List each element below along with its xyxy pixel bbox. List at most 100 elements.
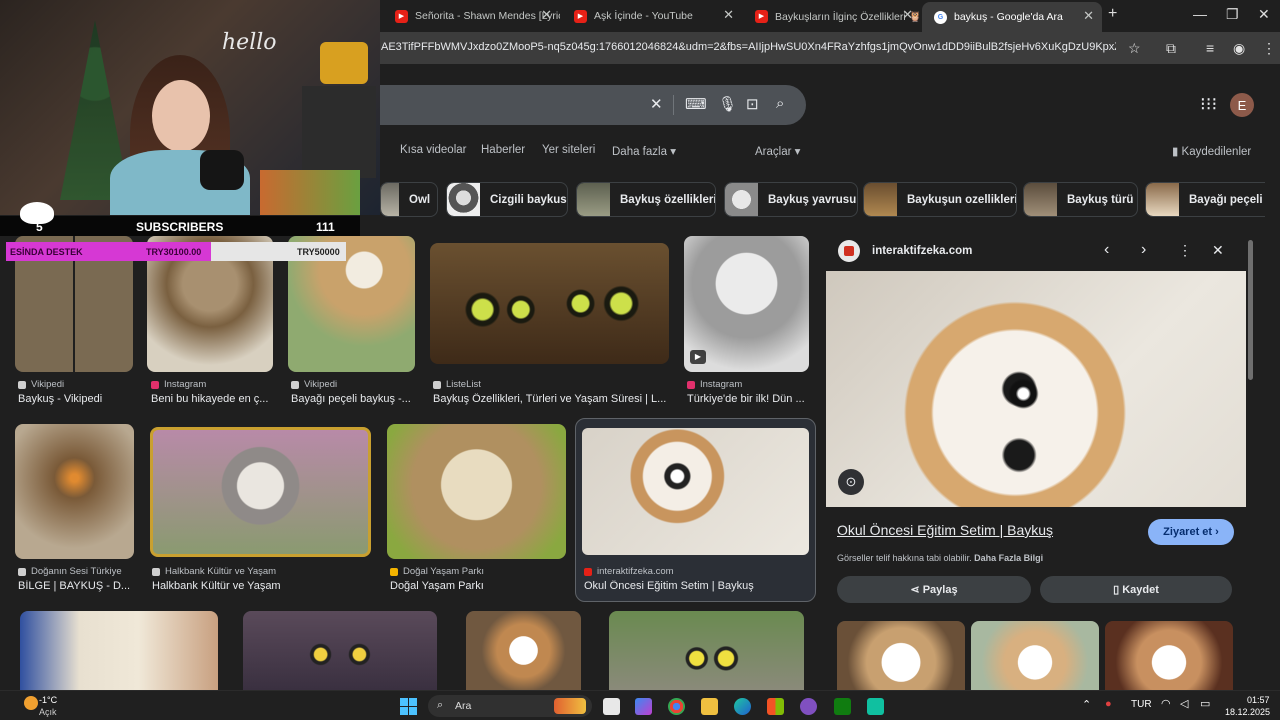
- result-image[interactable]: [430, 243, 669, 364]
- result-title[interactable]: Türkiye'de bir ilk! Dün ...: [687, 393, 809, 405]
- site-name[interactable]: interaktifzeka.com: [872, 245, 972, 257]
- chip-baykus-ozellikleri[interactable]: Baykuş özellikleri: [576, 182, 716, 217]
- tab-ask-icinde[interactable]: ▶ Aşk İçinde - YouTube ✕: [562, 4, 742, 28]
- xbox-icon[interactable]: [834, 698, 851, 715]
- wifi-icon[interactable]: ◠: [1161, 697, 1171, 710]
- close-tab-icon[interactable]: ✕: [902, 7, 913, 23]
- result-image[interactable]: [20, 611, 218, 690]
- chrome-icon[interactable]: [668, 698, 685, 715]
- lens-icon[interactable]: ⊡: [746, 95, 759, 113]
- chip-bayagi-peceli[interactable]: Bayağı peçeli: [1145, 182, 1265, 217]
- saved-button[interactable]: ▮ Kaydedilenler: [1172, 144, 1251, 158]
- bookmark-star-icon[interactable]: ☆: [1128, 40, 1141, 57]
- nav-places[interactable]: Yer siteleri: [542, 144, 595, 156]
- tab-baykuslarin[interactable]: ▶ Baykuşların İlginç Özellikleri 🦉 ✕: [743, 4, 921, 28]
- result-title[interactable]: Bayağı peçeli baykuş -...: [291, 393, 415, 405]
- chip-owl[interactable]: Owl: [380, 182, 438, 217]
- close-tab-icon[interactable]: ✕: [1083, 8, 1094, 24]
- edge-icon[interactable]: [734, 698, 751, 715]
- more-options-icon[interactable]: ⋮: [1178, 242, 1192, 259]
- profile-icon[interactable]: ◉: [1233, 40, 1245, 57]
- restore-icon[interactable]: ❐: [1226, 6, 1239, 23]
- copilot-icon[interactable]: [635, 698, 652, 715]
- clock-time[interactable]: 01:57: [1247, 695, 1270, 705]
- visit-button[interactable]: Ziyaret et ›: [1148, 519, 1234, 545]
- related-image[interactable]: [971, 621, 1099, 690]
- result-title[interactable]: Doğal Yaşam Parkı: [390, 580, 566, 592]
- battery-icon[interactable]: ▭: [1200, 697, 1210, 710]
- result-title[interactable]: Beni bu hikayede en ç...: [151, 393, 273, 405]
- chevron-up-icon[interactable]: ⌃: [1082, 698, 1091, 711]
- menu-dots-icon[interactable]: ⋮: [1262, 40, 1276, 57]
- result-source[interactable]: Doğanın Sesi Türkiye: [18, 566, 122, 577]
- result-source[interactable]: Instagram: [151, 379, 206, 390]
- tab-google-search[interactable]: G baykuş - Google'da Ara ✕: [922, 2, 1102, 32]
- result-title[interactable]: BİLGE | BAYKUŞ - D...: [18, 580, 136, 592]
- app-icon[interactable]: [800, 698, 817, 715]
- next-icon[interactable]: ›: [1141, 241, 1146, 259]
- file-explorer-icon[interactable]: [701, 698, 718, 715]
- lens-search-icon[interactable]: ⊙: [838, 469, 864, 495]
- result-image[interactable]: [243, 611, 437, 690]
- clear-search-icon[interactable]: ✕: [650, 95, 663, 113]
- chip-cizgili-baykus[interactable]: Cizgili baykus: [446, 182, 568, 217]
- nav-short-videos[interactable]: Kısa videolar: [400, 144, 466, 156]
- search-icon[interactable]: ⌕: [776, 95, 784, 112]
- minimize-icon[interactable]: —: [1193, 6, 1207, 22]
- taskbar-search[interactable]: ⌕ Ara: [428, 695, 592, 717]
- result-title[interactable]: Halkbank Kültür ve Yaşam: [152, 580, 372, 592]
- share-button[interactable]: ⋖ Paylaş: [837, 576, 1031, 603]
- apps-grid-icon[interactable]: ⁝⁝⁝: [1200, 94, 1217, 115]
- media-controls-icon[interactable]: ≡: [1206, 40, 1214, 56]
- result-source[interactable]: Vikipedi: [291, 379, 337, 390]
- clock-date[interactable]: 18.12.2025: [1225, 707, 1270, 717]
- save-button[interactable]: ▯ Kaydet: [1040, 576, 1232, 603]
- result-image[interactable]: [609, 611, 804, 690]
- start-button[interactable]: [400, 698, 417, 715]
- result-image[interactable]: [15, 424, 134, 559]
- avatar[interactable]: E: [1230, 93, 1254, 117]
- result-source[interactable]: Instagram: [687, 379, 742, 390]
- language-indicator[interactable]: TUR: [1131, 699, 1152, 710]
- new-tab-button[interactable]: +: [1108, 5, 1117, 23]
- microphone-icon[interactable]: ●: [1105, 698, 1112, 710]
- nav-more[interactable]: Daha fazla ▾: [612, 144, 676, 158]
- weather-temp[interactable]: -1°C: [39, 695, 57, 705]
- close-panel-icon[interactable]: ✕: [1212, 242, 1224, 259]
- keyboard-icon[interactable]: ⌨: [685, 95, 707, 113]
- weather-icon[interactable]: [24, 696, 38, 710]
- task-view-icon[interactable]: [603, 698, 620, 715]
- result-source[interactable]: Vikipedi: [18, 379, 64, 390]
- result-image[interactable]: [466, 611, 581, 690]
- preview-image[interactable]: ⊙: [826, 271, 1246, 507]
- more-info-link[interactable]: Daha Fazla Bilgi: [974, 553, 1043, 563]
- close-tab-icon[interactable]: ✕: [541, 7, 552, 23]
- result-source[interactable]: Doğal Yaşam Parkı: [390, 566, 484, 577]
- result-image[interactable]: ▶: [684, 236, 809, 372]
- result-source[interactable]: interaktifzeka.com: [584, 566, 674, 577]
- result-title[interactable]: Baykuş - Vikipedi: [18, 393, 138, 405]
- result-image[interactable]: [150, 427, 371, 557]
- close-window-icon[interactable]: ✕: [1258, 6, 1270, 23]
- result-source[interactable]: ListeList: [433, 379, 481, 390]
- store-icon[interactable]: [767, 698, 784, 715]
- obs-icon[interactable]: [867, 698, 884, 715]
- preview-title[interactable]: Okul Öncesi Eğitim Setim | Baykuş: [837, 522, 1053, 538]
- result-title[interactable]: Okul Öncesi Eğitim Setim | Baykuş: [584, 580, 810, 592]
- related-image[interactable]: [837, 621, 965, 690]
- weather-desc[interactable]: Açık: [39, 707, 57, 717]
- extensions-icon[interactable]: ⧉: [1166, 40, 1176, 57]
- chip-baykusun-ozellikleri[interactable]: Baykuşun ozellikleri: [863, 182, 1017, 217]
- tools-button[interactable]: Araçlar ▾: [755, 144, 800, 158]
- url-field[interactable]: AE3TifPFFbWMVJxdzo0ZMooP5-nq5z045g:17660…: [381, 41, 1116, 53]
- volume-icon[interactable]: ◁: [1180, 697, 1188, 710]
- result-image[interactable]: [387, 424, 566, 559]
- search-input[interactable]: ✕ ⌨ 🎙 ⊡ ⌕: [360, 85, 806, 125]
- tab-senorita[interactable]: ▶ Señorita - Shawn Mendes [Lyric ✕: [383, 4, 560, 28]
- nav-news[interactable]: Haberler: [481, 144, 525, 156]
- result-title[interactable]: Baykuş Özellikleri, Türleri ve Yaşam Sür…: [433, 393, 669, 405]
- related-image[interactable]: [1105, 621, 1233, 690]
- panel-scrollbar[interactable]: [1248, 240, 1253, 380]
- close-tab-icon[interactable]: ✕: [723, 7, 734, 23]
- chip-baykus-yavrusu[interactable]: Baykuş yavrusu: [724, 182, 858, 217]
